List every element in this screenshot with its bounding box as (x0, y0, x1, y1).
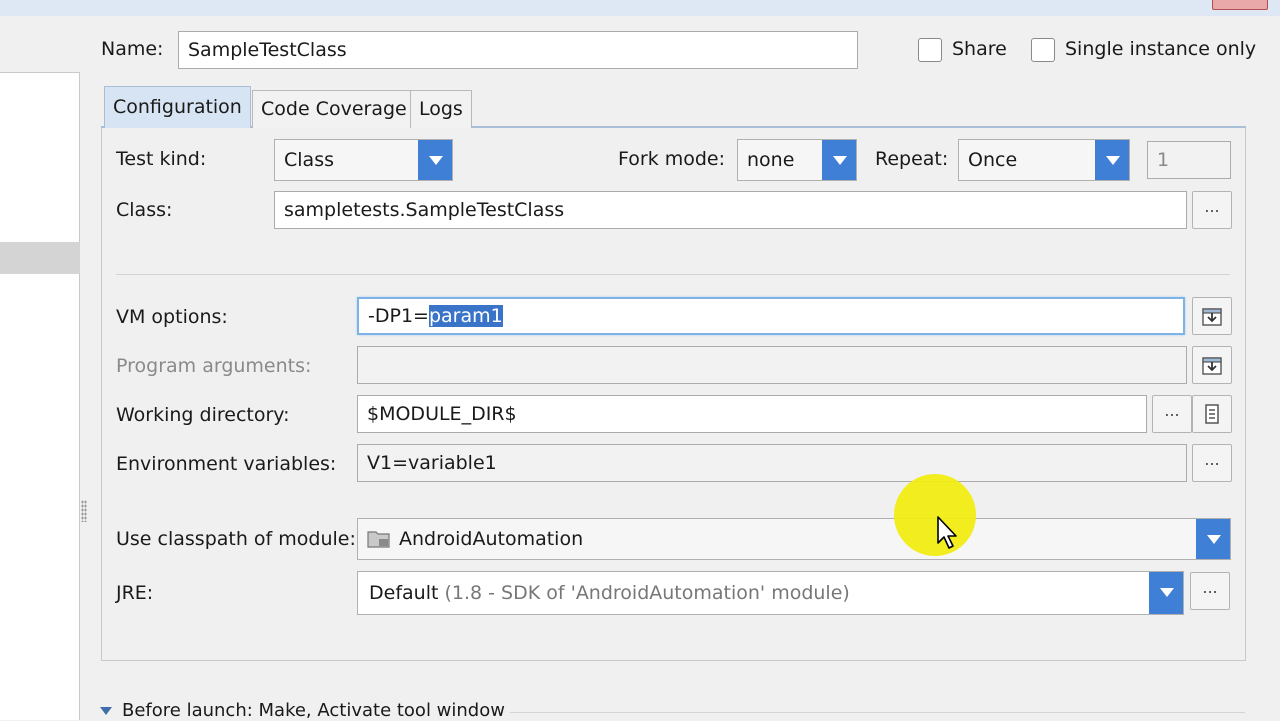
fork-mode-select[interactable]: none (737, 139, 857, 181)
browse-class-button[interactable]: ... (1192, 191, 1232, 229)
before-launch-label: Before launch: Make, Activate tool windo… (122, 700, 505, 721)
class-input[interactable]: sampletests.SampleTestClass (274, 191, 1187, 229)
test-kind-select[interactable]: Class (274, 139, 453, 181)
configurations-tree[interactable] (0, 72, 80, 720)
working-dir-label: Working directory: (116, 404, 290, 426)
tab-logs[interactable]: Logs (410, 90, 472, 128)
repeat-value: Once (968, 149, 1018, 171)
dropdown-arrow-icon[interactable] (1095, 140, 1129, 180)
jre-label: JRE: (116, 582, 154, 604)
separator (116, 274, 1230, 275)
single-instance-label: Single instance only (1065, 38, 1257, 60)
classpath-module-value: AndroidAutomation (399, 528, 584, 550)
class-label: Class: (116, 199, 173, 221)
dropdown-arrow-icon[interactable] (418, 140, 452, 180)
jre-value-main: Default (369, 582, 439, 604)
jre-value: Default (1.8 - SDK of 'AndroidAutomation… (369, 572, 850, 614)
window-title-bar (0, 0, 1280, 16)
folder-icon (1205, 404, 1219, 424)
test-kind-label: Test kind: (116, 148, 207, 170)
env-vars-label: Environment variables: (116, 453, 337, 475)
env-vars-input[interactable]: V1=variable1 (357, 444, 1187, 482)
cursor-highlight (894, 474, 976, 556)
splitter-handle[interactable] (81, 500, 87, 522)
repeat-label: Repeat: (875, 148, 949, 170)
selected-tree-item[interactable] (0, 242, 80, 274)
vm-options-label: VM options: (116, 306, 228, 328)
vm-options-prefix: -DP1= (368, 305, 429, 327)
name-input[interactable]: SampleTestClass (178, 31, 858, 69)
module-folder-icon (367, 531, 390, 548)
name-label: Name: (101, 38, 164, 60)
vm-options-input[interactable]: -DP1=param1 (357, 297, 1185, 335)
working-dir-input[interactable]: $MODULE_DIR$ (357, 395, 1147, 433)
tab-configuration[interactable]: Configuration (104, 86, 251, 128)
module-dir-button[interactable] (1192, 395, 1232, 433)
before-launch-separator (510, 712, 1245, 713)
close-window-button[interactable] (1212, 0, 1268, 10)
classpath-label: Use classpath of module: (116, 528, 356, 550)
edit-env-vars-button[interactable]: ... (1192, 444, 1232, 482)
insert-macro-button[interactable] (1192, 346, 1232, 384)
share-label: Share (952, 38, 1007, 60)
insert-icon (1202, 308, 1222, 326)
jre-select[interactable]: Default (1.8 - SDK of 'AndroidAutomation… (357, 571, 1184, 615)
single-instance-checkbox[interactable] (1031, 38, 1055, 62)
jre-value-detail: (1.8 - SDK of 'AndroidAutomation' module… (444, 582, 850, 604)
program-args-label: Program arguments: (116, 355, 312, 377)
dropdown-arrow-icon[interactable] (1196, 519, 1230, 559)
browse-jre-button[interactable]: ... (1190, 572, 1230, 610)
dropdown-arrow-icon[interactable] (822, 140, 856, 180)
before-launch-section[interactable]: Before launch: Make, Activate tool windo… (100, 700, 505, 721)
insert-macro-button[interactable] (1192, 297, 1232, 335)
test-kind-value: Class (284, 149, 334, 171)
fork-mode-value: none (747, 149, 795, 171)
mouse-pointer-icon (937, 516, 957, 549)
insert-icon (1202, 357, 1222, 375)
program-args-input[interactable] (357, 346, 1187, 384)
expand-triangle-icon[interactable] (100, 707, 112, 715)
fork-mode-label: Fork mode: (618, 148, 726, 170)
tab-code-coverage[interactable]: Code Coverage (252, 90, 416, 128)
browse-directory-button[interactable]: ... (1152, 395, 1192, 433)
classpath-module-select[interactable]: AndroidAutomation (357, 518, 1231, 560)
repeat-count-input[interactable]: 1 (1147, 141, 1231, 179)
share-checkbox[interactable] (918, 38, 942, 62)
dropdown-arrow-icon[interactable] (1149, 572, 1183, 614)
repeat-select[interactable]: Once (958, 139, 1130, 181)
vm-options-selected-text: param1 (428, 305, 503, 327)
